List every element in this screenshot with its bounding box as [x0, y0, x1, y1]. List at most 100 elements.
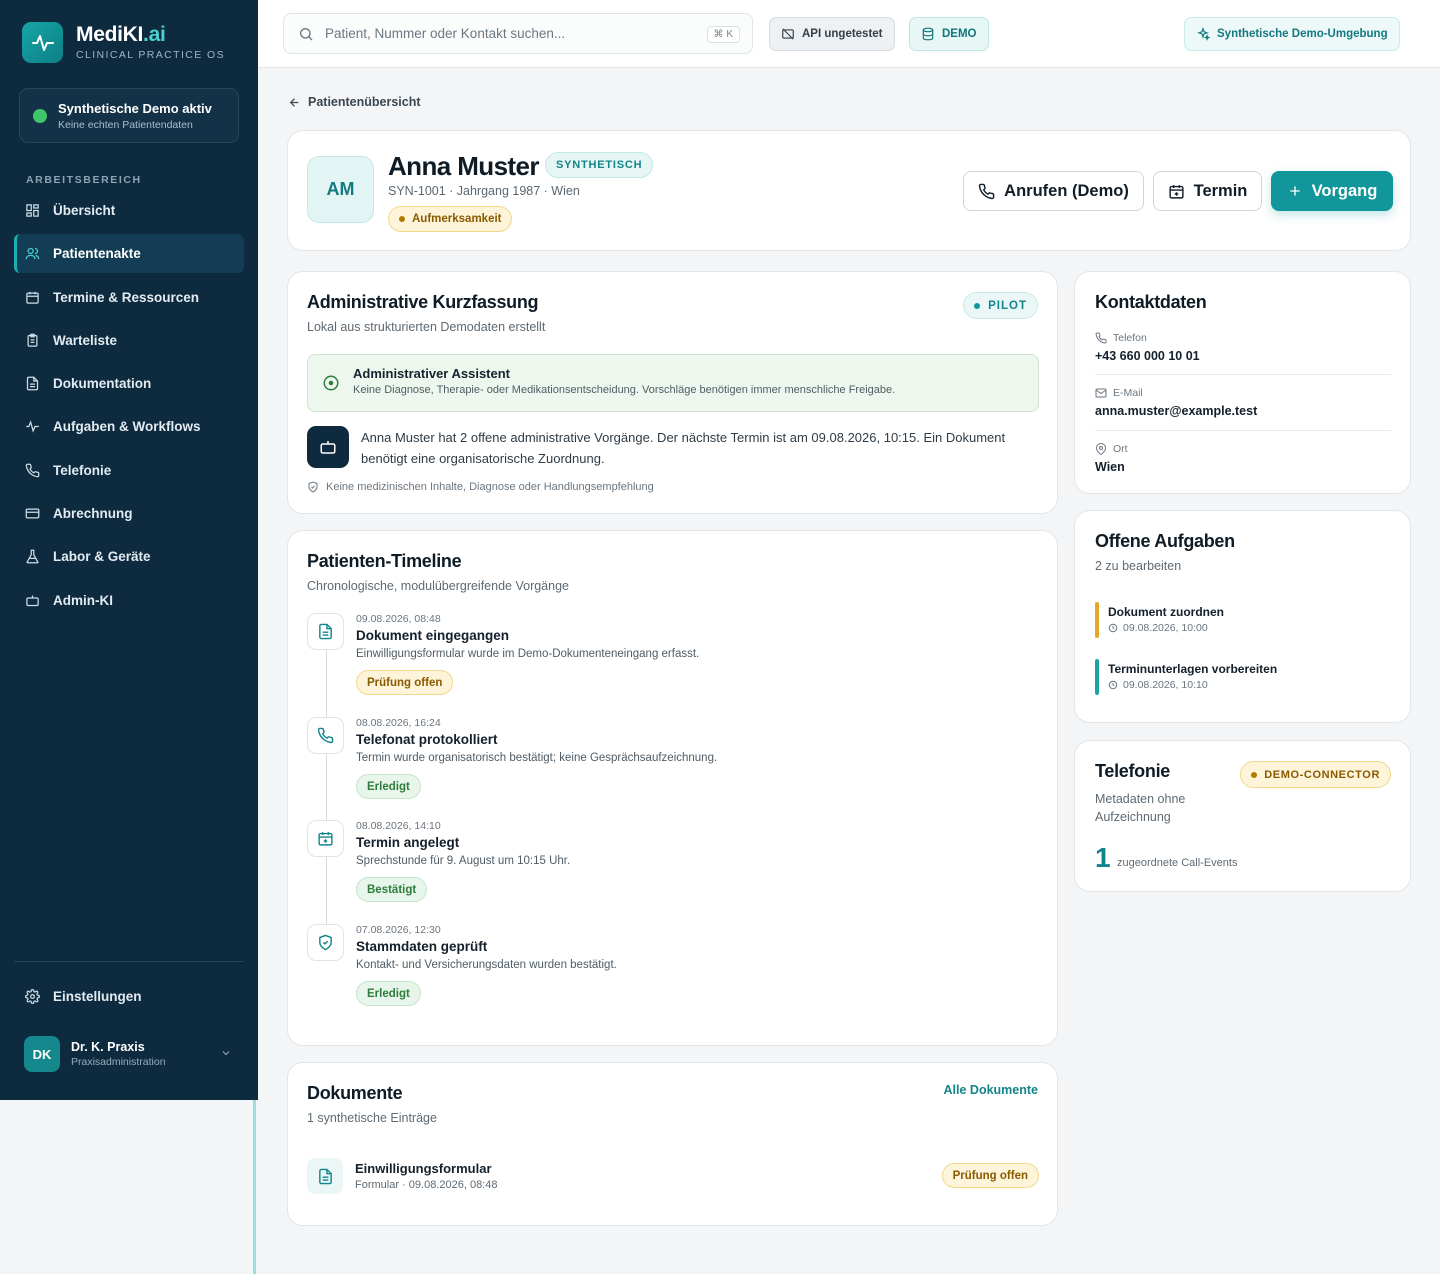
- timeline-connector: [326, 646, 327, 936]
- document-icon: [26, 376, 39, 391]
- event-description: Kontakt- und Versicherungsdaten wurden b…: [356, 959, 617, 971]
- assistant-title: Administrativer Assistent: [353, 366, 511, 381]
- status-badge: Prüfung offen: [941, 1163, 1039, 1188]
- contact-phone[interactable]: Telefon +43 660 000 10 01: [1095, 332, 1391, 363]
- sidebar-item-dokumentation[interactable]: Dokumentation: [14, 364, 244, 403]
- event-title: Stammdaten geprüft: [356, 939, 488, 954]
- connector-dot-icon: [1251, 771, 1258, 778]
- call-event-count: 1: [1095, 842, 1111, 873]
- credit-card-icon: [25, 508, 40, 519]
- demo-badge[interactable]: DEMO: [909, 17, 989, 51]
- sidebar-item-telefonie[interactable]: Telefonie: [14, 451, 244, 490]
- event-time: 08.08.2026, 16:24: [356, 717, 441, 729]
- summary-title: Administrative Kurzfassung: [307, 292, 539, 312]
- sidebar-item-label: Telefonie: [53, 462, 112, 478]
- sidebar-settings: Einstellungen: [14, 977, 244, 1020]
- document-meta: Formular · 09.08.2026, 08:48: [355, 1179, 498, 1191]
- gear-icon: [25, 989, 40, 1004]
- bot-avatar: [307, 426, 349, 468]
- event-title: Termin angelegt: [356, 835, 460, 850]
- sidebar-item-label: Übersicht: [53, 203, 116, 218]
- new-case-button[interactable]: Vorgang: [1271, 171, 1393, 211]
- appointment-button-label: Termin: [1193, 181, 1248, 200]
- event-time: 09.08.2026, 08:48: [356, 613, 441, 625]
- tasks-subtitle: 2 zu bearbeiten: [1095, 559, 1182, 573]
- document-row[interactable]: Einwilligungsformular Formular · 09.08.2…: [307, 1158, 1039, 1194]
- sidebar-nav: Übersicht Patientenakte Termine & Ressou…: [14, 191, 244, 624]
- status-badge: Erledigt: [356, 981, 421, 1006]
- patient-header-card: AM Anna Muster SYNTHETISCH SYN-1001 · Ja…: [287, 130, 1411, 251]
- back-link[interactable]: Patientenübersicht: [288, 95, 421, 109]
- avatar: DK: [24, 1036, 60, 1072]
- grid-icon: [26, 204, 39, 217]
- connector-label: DEMO-CONNECTOR: [1264, 768, 1380, 781]
- synthetic-badge: SYNTHETISCH: [545, 152, 654, 178]
- patient-avatar: AM: [307, 156, 374, 223]
- chevron-down-icon: [222, 1051, 230, 1056]
- sidebar-item-abrechnung[interactable]: Abrechnung: [14, 494, 244, 533]
- timeline-subtitle: Chronologische, modulübergreifende Vorgä…: [307, 579, 569, 593]
- pilot-badge: PILOT: [963, 292, 1038, 319]
- task-priority-bar: [1095, 602, 1099, 638]
- connector-badge: DEMO-CONNECTOR: [1240, 761, 1391, 788]
- search-input[interactable]: [325, 26, 685, 41]
- document-icon: [307, 1158, 343, 1194]
- environment-label: Synthetische Demo-Umgebung: [1217, 28, 1388, 40]
- activity-icon: [26, 420, 39, 434]
- sidebar-item-patientenakte[interactable]: Patientenakte: [14, 234, 244, 274]
- sidebar-item-label: Admin-KI: [53, 592, 113, 608]
- environment-badge[interactable]: Synthetische Demo-Umgebung: [1184, 17, 1400, 51]
- contact-card: Kontaktdaten Telefon +43 660 000 10 01 E…: [1074, 271, 1411, 494]
- task-time: 09.08.2026, 10:10: [1123, 679, 1208, 691]
- event-title: Dokument eingegangen: [356, 628, 510, 643]
- brand-name: MediKI.ai: [76, 23, 166, 46]
- attention-label: Aufmerksamkeit: [412, 213, 502, 225]
- sparkles-icon: [1197, 27, 1210, 41]
- sidebar-item-termine[interactable]: Termine & Ressourcen: [14, 278, 244, 317]
- sidebar-divider: [14, 961, 244, 962]
- sidebar-item-uebersicht[interactable]: Übersicht: [14, 191, 244, 230]
- summary-disclaimer: Keine medizinischen Inhalte, Diagnose od…: [307, 481, 654, 493]
- task-item[interactable]: Terminunterlagen vorbereiten 09.08.2026,…: [1095, 659, 1391, 695]
- status-badge: Bestätigt: [356, 877, 428, 902]
- call-button[interactable]: Anrufen (Demo): [963, 171, 1144, 211]
- calendar-plus-icon: [1169, 184, 1184, 199]
- search-box: ⌘ K: [283, 13, 753, 54]
- back-link-label: Patientenübersicht: [308, 95, 421, 109]
- task-time: 09.08.2026, 10:00: [1123, 622, 1208, 634]
- search-shortcut: ⌘ K: [706, 26, 740, 43]
- brand-subtitle: CLINICAL PRACTICE OS: [76, 49, 225, 61]
- sidebar-item-einstellungen[interactable]: Einstellungen: [14, 977, 244, 1016]
- bot-icon: [320, 441, 336, 454]
- api-status-button[interactable]: API ungetestet: [769, 17, 895, 51]
- sidebar-item-labor[interactable]: Labor & Geräte: [14, 537, 244, 576]
- brand[interactable]: MediKI.ai CLINICAL PRACTICE OS: [22, 22, 225, 63]
- plus-icon: [1289, 186, 1300, 196]
- appointment-button[interactable]: Termin: [1153, 171, 1262, 211]
- database-icon: [922, 27, 934, 41]
- sidebar-item-label: Warteliste: [53, 332, 118, 348]
- open-tasks-card: Offene Aufgaben 2 zu bearbeiten Dokument…: [1074, 510, 1411, 723]
- all-documents-link[interactable]: Alle Dokumente: [944, 1083, 1038, 1097]
- clock-icon: [1108, 680, 1118, 690]
- contact-email[interactable]: E-Mail anna.muster@example.test: [1095, 387, 1391, 418]
- clipboard-icon: [27, 333, 38, 347]
- search-icon: [300, 27, 313, 40]
- demo-status-subtitle: Keine echten Patientendaten: [58, 119, 193, 131]
- summary-text: Anna Muster hat 2 offene administrative …: [361, 430, 1006, 466]
- sidebar-item-warteliste[interactable]: Warteliste: [14, 321, 244, 360]
- status-badge: Prüfung offen: [356, 670, 454, 695]
- sidebar-item-admin-ki[interactable]: Admin-KI: [14, 581, 244, 620]
- phone-icon: [1095, 332, 1107, 344]
- new-case-button-label: Vorgang: [1311, 181, 1378, 200]
- user-menu[interactable]: DK Dr. K. Praxis Praxisadministration: [24, 1035, 236, 1073]
- assistant-note: Keine Diagnose, Therapie- oder Medikatio…: [353, 384, 896, 396]
- calendar-plus-icon: [307, 820, 344, 857]
- phone-icon: [307, 717, 344, 754]
- sidebar: MediKI.ai CLINICAL PRACTICE OS Synthetis…: [0, 0, 258, 1100]
- sidebar-item-aufgaben[interactable]: Aufgaben & Workflows: [14, 407, 244, 446]
- pulse-logo-icon: [22, 22, 63, 63]
- task-item[interactable]: Dokument zuordnen 09.08.2026, 10:00: [1095, 602, 1391, 638]
- email-label: E-Mail: [1113, 387, 1143, 399]
- location-value: Wien: [1095, 460, 1125, 474]
